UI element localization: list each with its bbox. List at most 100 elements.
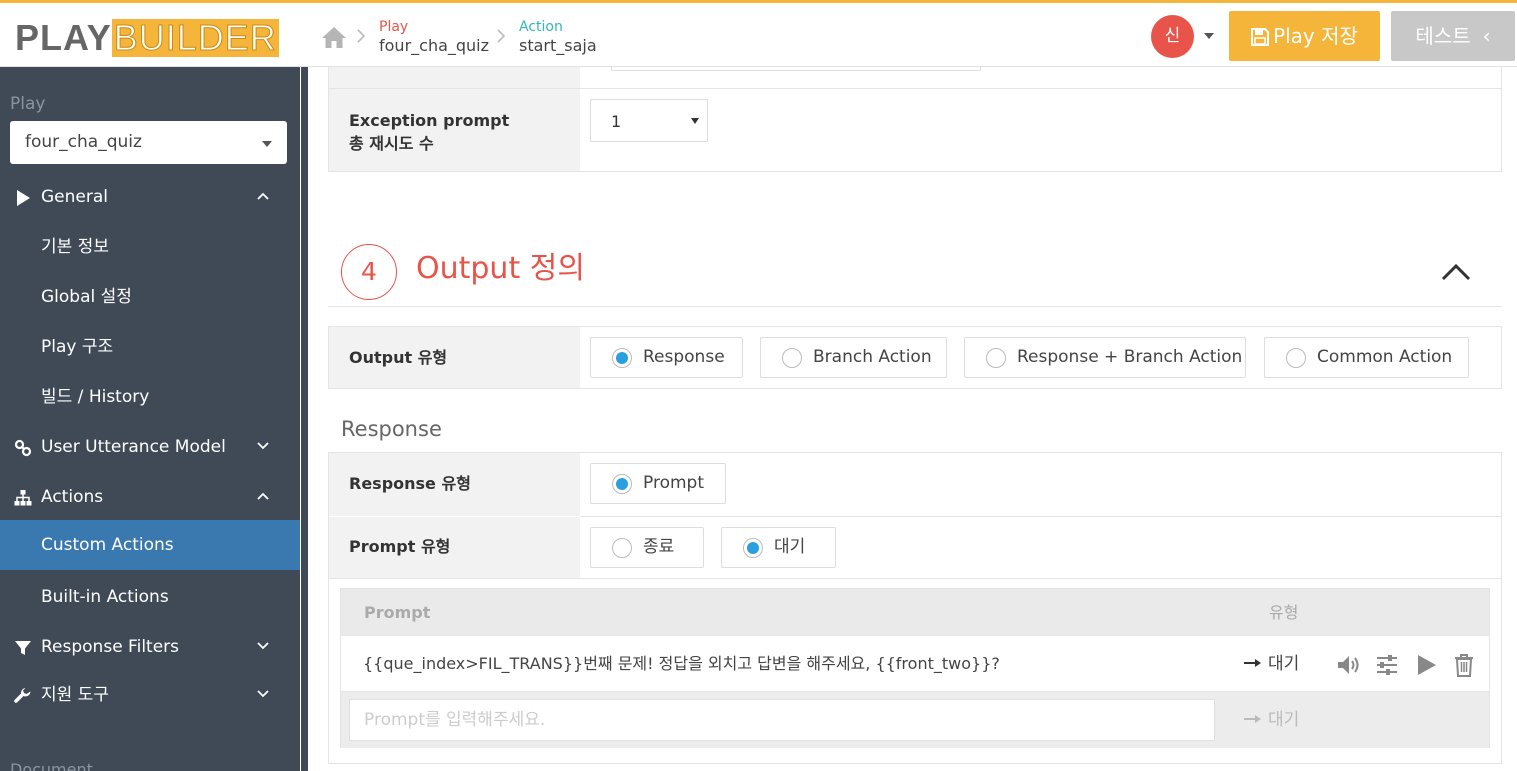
breadcrumb-play-label: Play <box>379 19 409 35</box>
new-prompt-type-cell[interactable]: 대기 <box>1244 692 1299 748</box>
sidebar-item-built-in-actions[interactable]: Built-in Actions <box>0 572 300 622</box>
option-label: Branch Action <box>813 347 932 367</box>
sidebar-item-custom-actions[interactable]: Custom Actions <box>0 520 300 570</box>
prompt-type-cell: 대기 <box>1244 636 1299 692</box>
sidebar-item-build-history[interactable]: 빌드 / History <box>0 372 300 422</box>
sidebar-item-label: Actions <box>41 487 104 507</box>
option-label: Response + Branch Action <box>1017 347 1243 367</box>
sidebar-item-label: Play 구조 <box>41 337 114 357</box>
radio-checked-icon <box>743 538 763 558</box>
user-avatar[interactable]: 신 <box>1151 15 1194 58</box>
radio-checked-icon <box>612 474 632 494</box>
wrench-icon <box>14 688 31 703</box>
output-type-common-action-option[interactable]: Common Action <box>1264 337 1469 378</box>
sidebar-item-label: General <box>41 187 108 207</box>
sidebar-scrollbar[interactable] <box>301 67 308 771</box>
prompt-type-wait-option[interactable]: 대기 <box>721 527 836 568</box>
sidebar-item-play-structure[interactable]: Play 구조 <box>0 322 300 372</box>
option-label: 종료 <box>643 537 675 557</box>
output-type-response-branch-option[interactable]: Response + Branch Action <box>964 337 1246 378</box>
main-content: Exception prompt 총 재시도 수 1 4 Output 정의 O… <box>308 67 1517 771</box>
dropdown-caret-icon <box>262 141 272 147</box>
response-type-label: Response 유형 <box>329 453 580 516</box>
radio-unchecked-icon <box>986 348 1006 368</box>
sliders-icon[interactable] <box>1375 653 1399 677</box>
playbuilder-logo[interactable]: PLAY BUILDER <box>15 17 279 58</box>
output-type-response-option[interactable]: Response <box>590 337 743 378</box>
sidebar-item-label: Custom Actions <box>41 535 174 555</box>
table-row[interactable]: {{que_index>FIL_TRANS}}번째 문제! 정답을 외치고 답변… <box>341 636 1489 692</box>
breadcrumb-action-value: start_saja <box>519 36 597 55</box>
sidebar-item-global-settings[interactable]: Global 설정 <box>0 272 300 322</box>
row-divider <box>329 578 1501 579</box>
sidebar-item-label: User Utterance Model <box>41 437 226 457</box>
section-divider <box>328 306 1502 307</box>
prompt-new-row: Prompt를 입력해주세요. 대기 <box>341 692 1489 748</box>
exception-prompt-label-line2: 총 재시도 수 <box>349 134 434 153</box>
exception-prompt-label-line1: Exception prompt <box>349 111 510 130</box>
sidebar-item-response-filters[interactable]: Response Filters <box>0 622 300 672</box>
new-prompt-type-value: 대기 <box>1268 710 1300 730</box>
user-menu-caret-icon[interactable] <box>1204 33 1214 39</box>
home-icon[interactable] <box>321 25 347 49</box>
breadcrumb-play[interactable]: Play four_cha_quiz <box>379 18 489 55</box>
output-type-branch-action-option[interactable]: Branch Action <box>760 337 947 378</box>
play-select[interactable]: four_cha_quiz <box>10 121 287 164</box>
prompt-type-end-option[interactable]: 종료 <box>590 527 704 568</box>
logo-builder-text: BUILDER <box>111 17 279 58</box>
sidebar-item-user-utterance-model[interactable]: User Utterance Model <box>0 422 300 472</box>
sidebar-item-basic-info[interactable]: 기본 정보 <box>0 222 300 272</box>
prompt-input[interactable]: Prompt를 입력해주세요. <box>349 699 1215 741</box>
column-header-type: 유형 <box>1269 603 1299 622</box>
sidebar: Play four_cha_quiz General 기본 정보 Global … <box>0 67 300 771</box>
play-triangle-icon <box>17 190 30 206</box>
top-header: PLAY BUILDER Play four_cha_quiz Action st… <box>0 0 1517 67</box>
chevron-up-icon[interactable] <box>1441 263 1471 281</box>
prompt-row-tools <box>1336 653 1475 677</box>
chevron-up-icon <box>257 192 269 200</box>
prompt-text: {{que_index>FIL_TRANS}}번째 문제! 정답을 외치고 답변… <box>363 654 1000 673</box>
prompt-type-value: 대기 <box>1268 654 1300 674</box>
retry-count-select[interactable]: 1 <box>590 99 708 142</box>
sidebar-item-label: 빌드 / History <box>41 387 150 407</box>
retry-count-value: 1 <box>611 112 622 131</box>
test-label: 테스트 <box>1415 24 1471 48</box>
exception-prompt-row: Exception prompt 총 재시도 수 1 <box>328 88 1502 172</box>
sidebar-item-label: Response Filters <box>41 637 180 657</box>
radio-unchecked-icon <box>782 348 802 368</box>
option-label: 대기 <box>774 537 806 557</box>
sidebar-item-label: 지원 도구 <box>41 685 109 705</box>
play-save-button[interactable]: Play 저장 <box>1229 11 1380 61</box>
sidebar-item-general[interactable]: General <box>0 172 300 222</box>
sidebar-item-support-tools[interactable]: 지원 도구 <box>0 670 300 720</box>
sidebar-item-label: Built-in Actions <box>41 587 169 607</box>
sidebar-item-actions[interactable]: Actions <box>0 472 300 522</box>
section-number-badge: 4 <box>341 244 397 300</box>
row-divider <box>580 516 1502 517</box>
chevron-down-icon <box>257 442 269 450</box>
floppy-disk-icon <box>1251 28 1270 46</box>
radio-checked-icon <box>612 348 632 368</box>
response-type-prompt-option[interactable]: Prompt <box>590 463 726 504</box>
chevron-right-icon <box>497 29 506 43</box>
partial-row-label-cell <box>329 67 580 88</box>
prompt-type-label: Prompt 유형 <box>329 517 580 578</box>
play-icon[interactable] <box>1414 653 1438 677</box>
chevron-left-icon: ‹ <box>1482 24 1491 48</box>
partial-input-field[interactable] <box>611 67 981 71</box>
prompt-table-header: Prompt 유형 <box>341 589 1489 636</box>
link-icon <box>14 439 32 457</box>
play-select-value: four_cha_quiz <box>25 132 142 152</box>
arrow-right-icon <box>1244 715 1261 723</box>
partial-row-above <box>328 67 1502 89</box>
sidebar-item-label: 기본 정보 <box>41 237 109 257</box>
output-type-label: Output 유형 <box>329 327 580 388</box>
breadcrumb-action[interactable]: Action start_saja <box>519 18 597 55</box>
arrow-right-icon <box>1244 659 1261 667</box>
trash-icon[interactable] <box>1453 653 1475 677</box>
test-button[interactable]: 테스트 ‹ <box>1391 11 1515 61</box>
speaker-icon[interactable] <box>1336 653 1360 677</box>
column-header-prompt: Prompt <box>364 603 431 622</box>
breadcrumb-play-value: four_cha_quiz <box>379 36 490 55</box>
prompt-table: Prompt 유형 {{que_index>FIL_TRANS}}번째 문제! … <box>340 588 1490 748</box>
